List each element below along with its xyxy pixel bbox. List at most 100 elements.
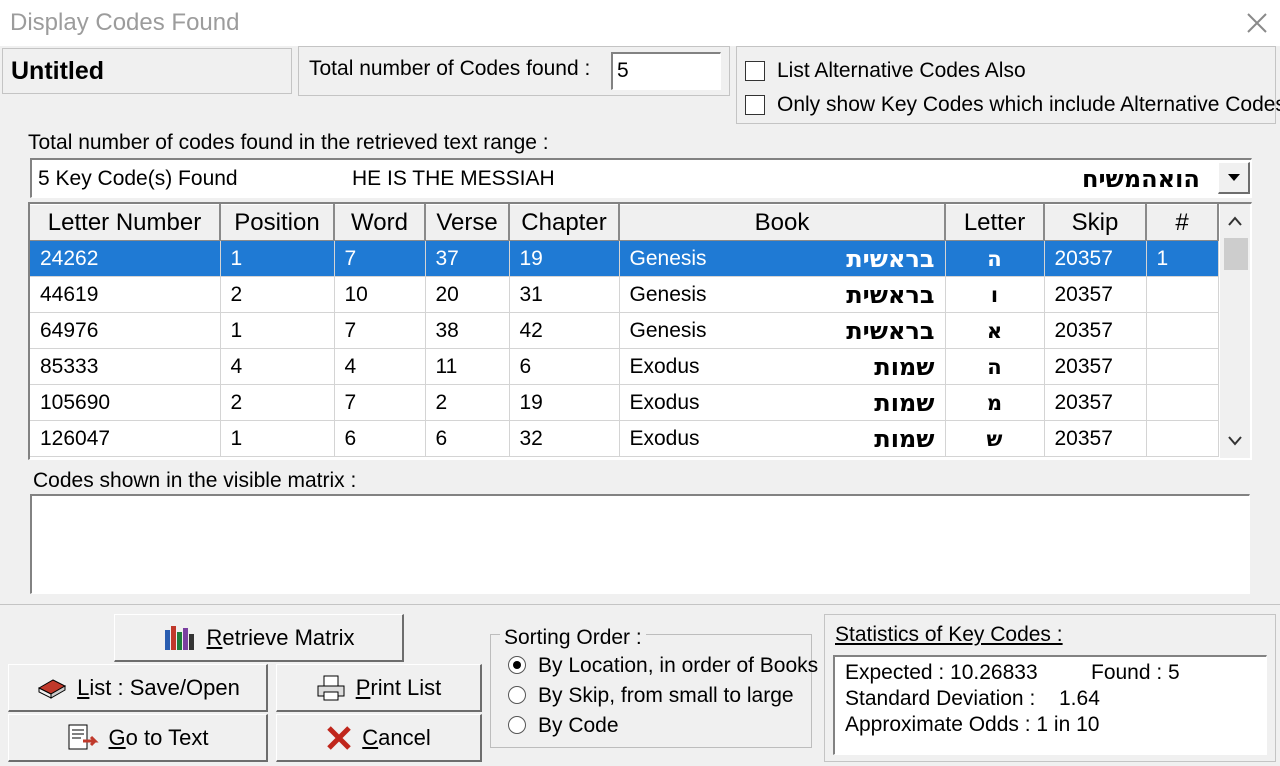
cell-letter-number: 24262: [30, 240, 221, 277]
cell-letter: ש: [945, 420, 1045, 457]
print-list-button[interactable]: Print List: [276, 664, 482, 712]
column-header-letter[interactable]: Letter: [945, 204, 1045, 241]
key-code-combobox[interactable]: 5 Key Code(s) Found HE IS THE MESSIAH הו…: [30, 158, 1252, 198]
stat-std-dev-value: 1.64: [1059, 687, 1100, 710]
combo-dropdown-button[interactable]: [1218, 162, 1250, 194]
table-header-row: Letter Number Position Word Verse Chapte…: [30, 204, 1219, 241]
scroll-thumb[interactable]: [1224, 238, 1248, 270]
scroll-down-button[interactable]: [1227, 434, 1243, 452]
cell-number: [1146, 384, 1219, 421]
scroll-up-button[interactable]: [1227, 214, 1243, 232]
combo-hebrew: הואהמשיח: [1082, 165, 1200, 193]
cell-skip: 20357: [1044, 348, 1147, 385]
book-hebrew: בראשית: [846, 280, 935, 309]
cell-letter-number: 126047: [30, 420, 221, 457]
cell-number: [1146, 420, 1219, 457]
book-hebrew: בראשית: [846, 316, 935, 345]
books-icon: [164, 625, 194, 650]
total-codes-label: Total number of Codes found :: [309, 57, 591, 80]
codes-table: Letter Number Position Word Verse Chapte…: [30, 204, 1219, 457]
cell-chapter: 31: [509, 276, 620, 313]
stat-expected: Expected : 10.26833: [845, 661, 1038, 684]
book-hebrew: בראשית: [846, 244, 935, 273]
cell-position: 2: [220, 384, 335, 421]
column-header-verse[interactable]: Verse: [425, 204, 510, 241]
column-header-position[interactable]: Position: [220, 204, 335, 241]
cell-book: Exodus שמות: [619, 384, 946, 421]
chevron-down-icon: [1228, 436, 1242, 446]
cell-position: 1: [220, 420, 335, 457]
book-name: Exodus: [629, 390, 700, 414]
range-label: Total number of codes found in the retri…: [28, 131, 549, 154]
table-row[interactable]: 85333 4 4 11 6 Exodus שמות ה 20357: [30, 348, 1219, 385]
book-name: Genesis: [629, 282, 707, 306]
table-scrollbar[interactable]: [1220, 204, 1250, 458]
cell-position: 4: [220, 348, 335, 385]
radio-selected-dot: [513, 661, 521, 669]
sort-by-location-radio[interactable]: [508, 656, 526, 674]
cell-letter-number: 44619: [30, 276, 221, 313]
cell-word: 7: [334, 312, 426, 349]
column-header-skip[interactable]: Skip: [1044, 204, 1147, 241]
book-name: Exodus: [629, 354, 700, 378]
table-row[interactable]: 105690 2 7 2 19 Exodus שמות מ 20357: [30, 384, 1219, 421]
total-codes-field[interactable]: 5: [611, 52, 721, 90]
close-button[interactable]: [1238, 4, 1276, 42]
statistics-panel: Statistics of Key Codes : Expected : 10.…: [824, 614, 1276, 762]
book-hebrew: שמות: [874, 352, 935, 381]
cell-letter-number: 105690: [30, 384, 221, 421]
sort-by-location-label[interactable]: By Location, in order of Books: [538, 654, 818, 678]
cell-letter: ה: [945, 240, 1045, 277]
sort-by-skip-label[interactable]: By Skip, from small to large: [538, 684, 794, 708]
cell-chapter: 42: [509, 312, 620, 349]
column-header-chapter[interactable]: Chapter: [509, 204, 620, 241]
book-hebrew: שמות: [874, 424, 935, 453]
list-save-open-button[interactable]: List : Save/Open: [8, 664, 268, 712]
cell-number: [1146, 348, 1219, 385]
cell-number: [1146, 312, 1219, 349]
go-to-text-icon: [68, 724, 99, 749]
cell-word: 4: [334, 348, 426, 385]
cell-position: 1: [220, 312, 335, 349]
cell-skip: 20357: [1044, 276, 1147, 313]
alt-codes-label: List Alternative Codes Also: [777, 59, 1026, 82]
cell-skip: 20357: [1044, 384, 1147, 421]
column-header-number[interactable]: #: [1146, 204, 1219, 241]
table-row[interactable]: 44619 2 10 20 31 Genesis בראשית ו 20357: [30, 276, 1219, 313]
cell-position: 2: [220, 276, 335, 313]
statistics-box: Expected : 10.26833 Found : 5 Standard D…: [833, 655, 1267, 755]
column-header-word[interactable]: Word: [334, 204, 426, 241]
cell-letter-number: 85333: [30, 348, 221, 385]
sort-by-skip-radio[interactable]: [508, 686, 526, 704]
close-icon: [1247, 13, 1267, 33]
book-name: Genesis: [629, 318, 707, 342]
go-to-text-button[interactable]: Go to Text: [8, 714, 268, 762]
statistics-label: Statistics of Key Codes :: [835, 623, 1063, 646]
column-header-book[interactable]: Book: [619, 204, 946, 241]
matrix-codes-box[interactable]: [30, 494, 1250, 594]
document-name-panel: Untitled: [2, 48, 292, 94]
sort-by-code-label[interactable]: By Code: [538, 714, 619, 738]
list-save-icon: [38, 678, 67, 699]
cell-verse: 20: [425, 276, 510, 313]
cell-letter: ה: [945, 348, 1045, 385]
alt-codes-checkbox[interactable]: [745, 61, 765, 81]
title-bar: Display Codes Found: [0, 0, 1280, 46]
sort-by-code-radio[interactable]: [508, 716, 526, 734]
table-row[interactable]: 126047 1 6 6 32 Exodus שמות ש 20357: [30, 420, 1219, 457]
retrieve-matrix-button[interactable]: Retrieve Matrix: [114, 614, 404, 662]
stat-std-dev-label: Standard Deviation :: [845, 687, 1036, 710]
table-row[interactable]: 64976 1 7 38 42 Genesis בראשית א 20357: [30, 312, 1219, 349]
key-codes-checkbox[interactable]: [745, 95, 765, 115]
cell-verse: 11: [425, 348, 510, 385]
column-header-letter-number[interactable]: Letter Number: [30, 204, 221, 241]
cancel-button[interactable]: Cancel: [276, 714, 482, 762]
stat-odds: Approximate Odds : 1 in 10: [845, 713, 1100, 736]
cell-chapter: 6: [509, 348, 620, 385]
table-row[interactable]: 24262 1 7 37 19 Genesis בראשית ה 20357 1: [30, 240, 1219, 277]
chevron-down-icon: [1227, 173, 1240, 181]
cell-word: 7: [334, 384, 426, 421]
matrix-label: Codes shown in the visible matrix :: [33, 469, 357, 492]
key-codes-label: Only show Key Codes which include Altern…: [777, 93, 1280, 116]
total-codes-panel: Total number of Codes found : 5: [298, 46, 730, 96]
